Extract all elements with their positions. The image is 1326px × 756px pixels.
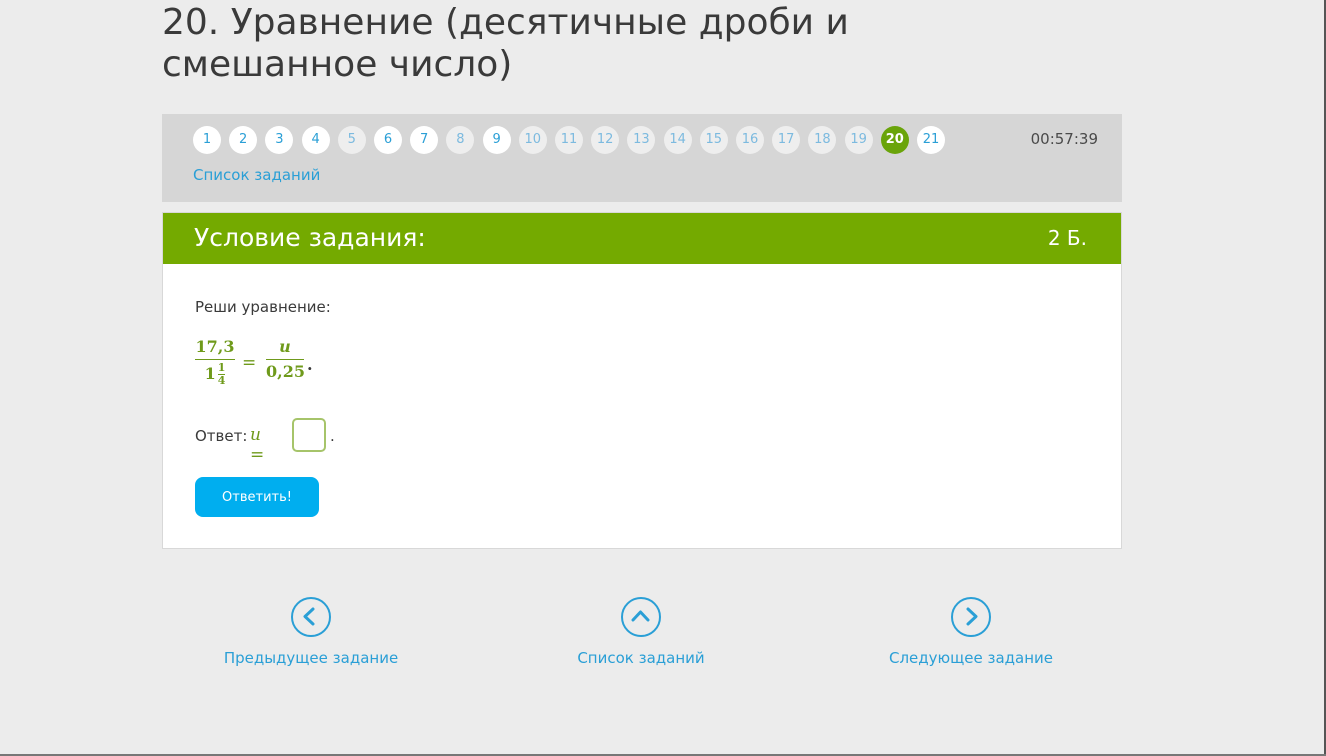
chevron-up-icon (621, 597, 661, 637)
next-task-link[interactable]: Следующее задание (871, 597, 1071, 667)
task-number-8[interactable]: 8 (446, 126, 475, 154)
next-task-label: Следующее задание (888, 649, 1054, 667)
answer-input[interactable] (292, 418, 326, 452)
submit-button[interactable]: Ответить! (195, 477, 319, 517)
task-number-1[interactable]: 1 (193, 126, 221, 154)
task-list-label: Список заданий (577, 649, 705, 667)
answer-variable: u = (250, 425, 265, 465)
chevron-left-icon (291, 597, 331, 637)
answer-period: . (330, 427, 335, 445)
task-list-bottom-link[interactable]: Список заданий (541, 597, 741, 667)
previous-task-link[interactable]: Предыдущее задание (211, 597, 411, 667)
task-number-3[interactable]: 3 (265, 126, 294, 154)
task-number-18[interactable]: 18 (808, 126, 837, 154)
task-number-19[interactable]: 19 (844, 126, 873, 154)
mixed-frac-num: 1 (217, 361, 226, 374)
right-numerator: u (279, 337, 291, 356)
card-header: Условие задания: 2 Б. (163, 213, 1121, 264)
task-number-6[interactable]: 6 (374, 126, 402, 154)
equals-sign: = (242, 353, 257, 373)
task-number-4[interactable]: 4 (301, 126, 330, 154)
left-numerator: 17,3 (195, 337, 235, 356)
left-fraction-bar (195, 359, 235, 360)
task-number-11[interactable]: 11 (555, 126, 583, 154)
task-number-16[interactable]: 16 (736, 126, 764, 154)
instruction-text: Реши уравнение: (195, 298, 331, 316)
chevron-right-icon (951, 597, 991, 637)
previous-task-label: Предыдущее задание (223, 649, 399, 667)
left-denominator: 114 (195, 362, 235, 387)
mixed-frac-den: 4 (217, 374, 226, 387)
mixed-whole: 1 (204, 364, 216, 383)
task-number-17[interactable]: 17 (772, 126, 801, 154)
card-title: Условие задания: (194, 223, 426, 252)
timer: 00:57:39 (1030, 130, 1098, 148)
task-number-20[interactable]: 20 (880, 126, 909, 154)
task-number-14[interactable]: 14 (663, 126, 692, 154)
task-number-15[interactable]: 15 (699, 126, 728, 154)
task-number-13[interactable]: 13 (627, 126, 656, 154)
task-number-9[interactable]: 9 (482, 126, 511, 154)
task-card: Условие задания: 2 Б. Реши уравнение: 17… (162, 212, 1122, 549)
task-list-link[interactable]: Список заданий (193, 166, 320, 184)
left-fraction: 17,3 114 (195, 337, 235, 387)
answer-label: Ответ: (195, 427, 248, 445)
task-navigation-panel: 1 2 3 4 5 6 7 8 9 10 11 12 13 14 15 16 17 18 19 20 21 00:57:… (162, 114, 1122, 202)
task-number-2[interactable]: 2 (229, 126, 258, 154)
right-denominator: 0,25 (266, 362, 305, 381)
task-number-5[interactable]: 5 (337, 126, 366, 154)
page-title: 20. Уравнение (десятичные дроби и смешан… (162, 2, 849, 85)
bottom-navigation: Предыдущее задание Список заданий Следую… (0, 597, 1326, 667)
right-fraction: u 0,25 (266, 337, 305, 382)
mixed-fraction: 14 (217, 361, 226, 387)
points-badge: 2 Б. (1047, 226, 1087, 250)
task-number-21[interactable]: 21 (917, 126, 945, 154)
equation-period: . (307, 355, 313, 374)
task-number-7[interactable]: 7 (410, 126, 439, 154)
task-number-10[interactable]: 10 (518, 126, 547, 154)
task-number-12[interactable]: 12 (591, 126, 620, 154)
right-fraction-bar (266, 359, 304, 360)
